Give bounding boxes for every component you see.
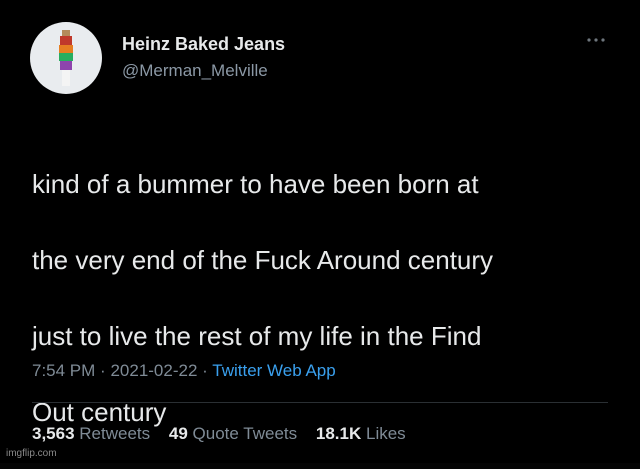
user-handle[interactable]: @Merman_Melville <box>122 61 268 81</box>
divider <box>32 402 608 403</box>
quote-tweets-count: 49 <box>168 424 188 443</box>
avatar[interactable] <box>30 22 102 94</box>
tweet-text: kind of a bummer to have been born at th… <box>32 127 622 469</box>
likes-stat[interactable]: 18.1K Likes <box>316 424 406 443</box>
likes-label: Likes <box>365 424 406 443</box>
tweet-source-link[interactable]: Twitter Web App <box>212 361 335 380</box>
tweet-text-line: just to live the rest of my life in the … <box>32 321 482 351</box>
retweets-count: 3,563 <box>32 424 75 443</box>
tweet-text-line: kind of a bummer to have been born at <box>32 169 479 199</box>
tweet-text-line: the very end of the Fuck Around century <box>32 245 494 275</box>
likes-count: 18.1K <box>315 424 362 443</box>
quote-tweets-label: Quote Tweets <box>192 424 298 443</box>
tweet-metadata: 7:54 PM · 2021-02-22 · Twitter Web App <box>32 361 336 381</box>
tweet-date[interactable]: 2021-02-22 <box>110 361 197 380</box>
more-horizontal-icon[interactable] <box>584 34 608 46</box>
avatar-figure-icon <box>59 30 73 86</box>
watermark: imgflip.com <box>6 448 57 459</box>
quote-tweets-stat[interactable]: 49 Quote Tweets <box>169 424 302 443</box>
retweets-stat[interactable]: 3,563 Retweets <box>32 424 155 443</box>
meta-separator: · <box>100 361 106 380</box>
tweet-time[interactable]: 7:54 PM <box>32 361 95 380</box>
display-name[interactable]: Heinz Baked Jeans <box>122 34 285 55</box>
tweet-stats: 3,563 Retweets 49 Quote Tweets 18.1K Lik… <box>32 424 420 444</box>
tweet-card: Heinz Baked Jeans @Merman_Melville kind … <box>0 0 640 463</box>
meta-separator: · <box>202 361 208 380</box>
retweets-label: Retweets <box>79 424 151 443</box>
